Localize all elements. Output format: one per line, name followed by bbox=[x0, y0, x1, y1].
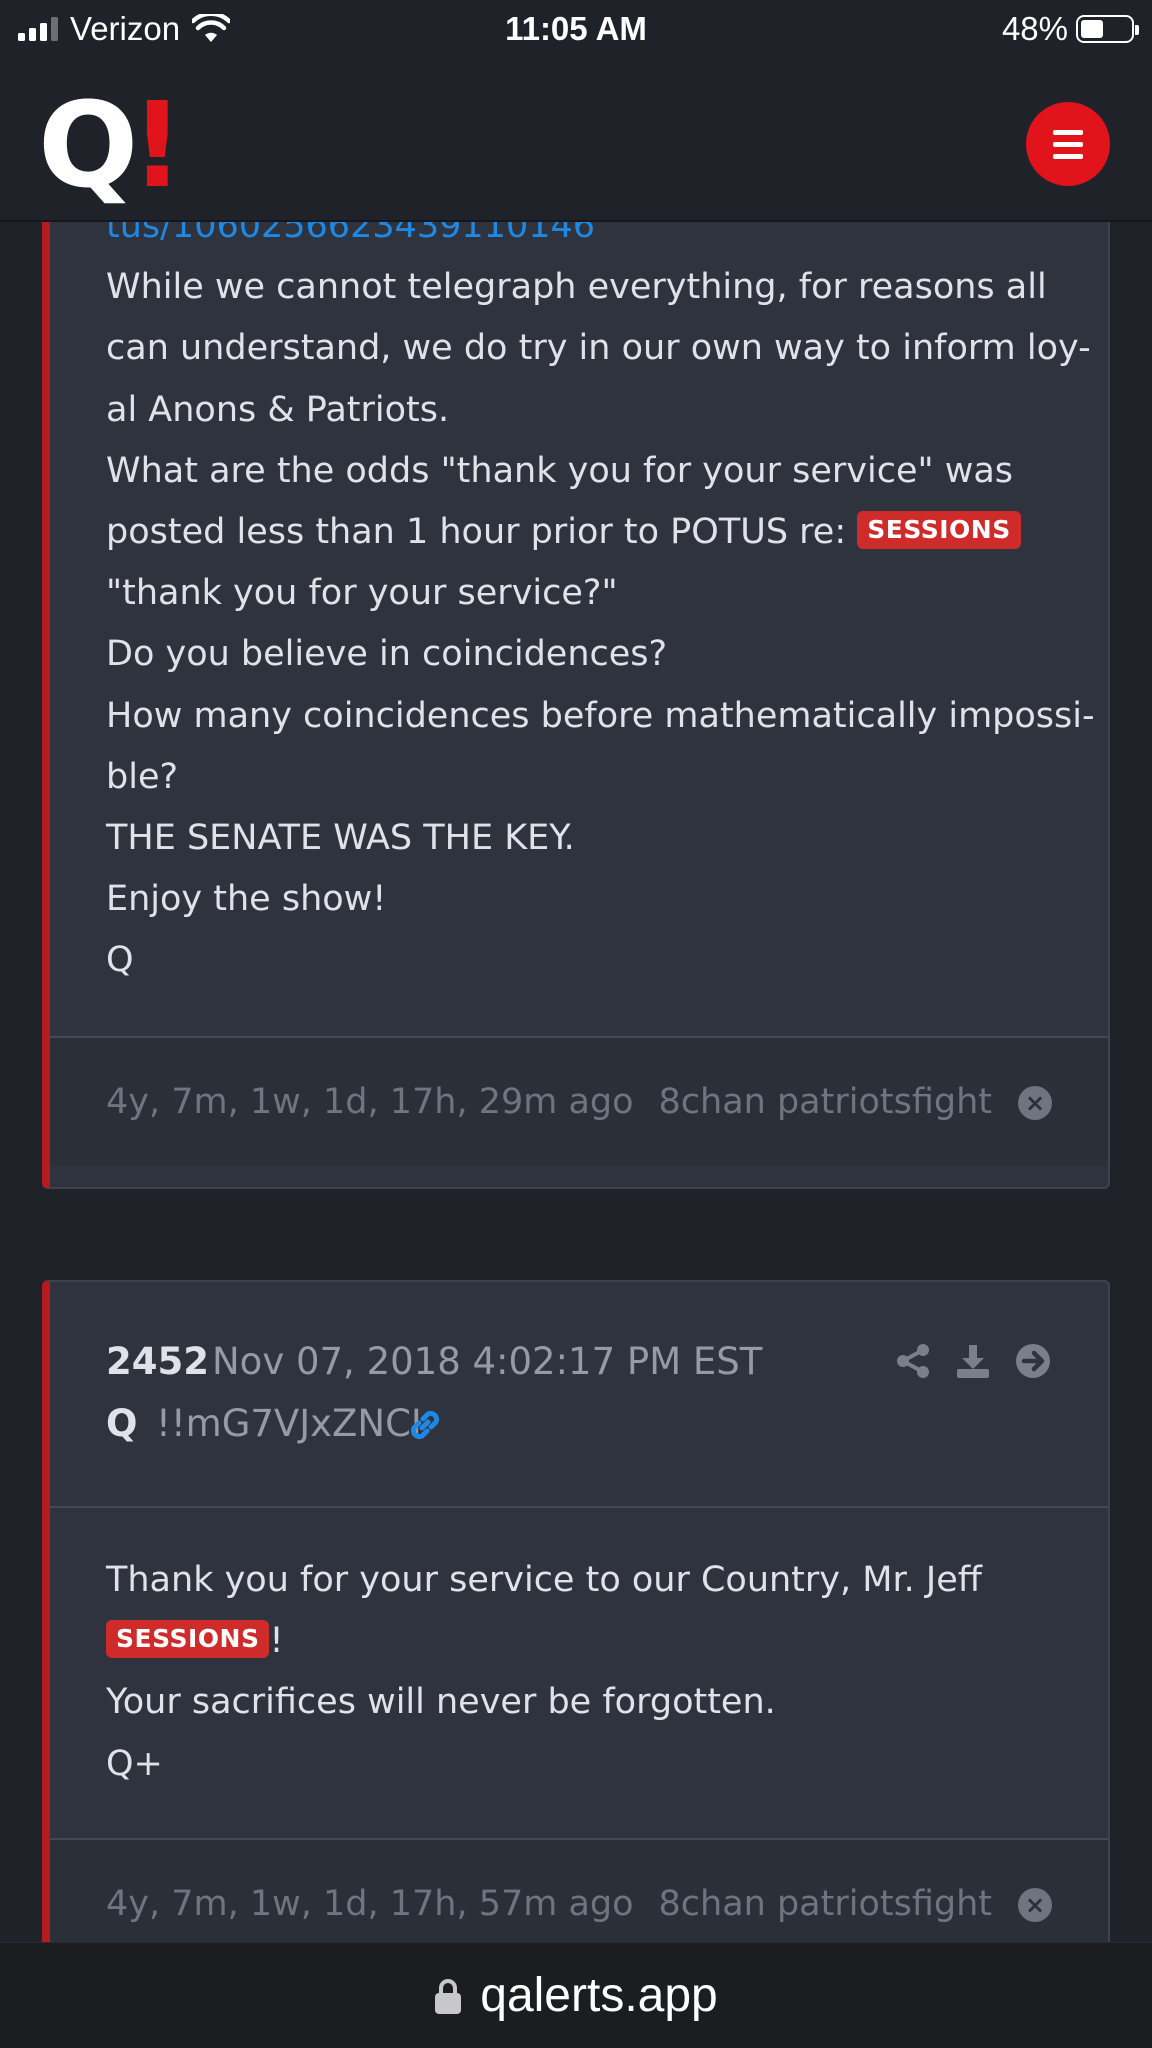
post-footer: 4y, 7m, 1w, 1d, 17h, 29m ago 8chan patri… bbox=[50, 1038, 1108, 1166]
post-author: Q bbox=[106, 1402, 138, 1445]
post-text-line: THE SENATE WAS THE KEY. bbox=[106, 818, 575, 859]
post-text-line: ble? bbox=[106, 756, 179, 797]
post-text-line: Your sacrifices will never be forgotten. bbox=[106, 1682, 776, 1723]
post-text-line: al Anons & Patriots. bbox=[106, 389, 450, 430]
download-icon[interactable] bbox=[954, 1342, 992, 1380]
post-tripcode: !!mG7VJxZNCI bbox=[156, 1402, 422, 1445]
clock: 11:05 AM bbox=[505, 10, 647, 47]
post-card: 2452 Nov 07, 2018 4:02:17 PM EST Q !!mG7… bbox=[42, 1280, 1110, 1942]
post-source[interactable]: 8chan patriotsfight bbox=[659, 1038, 993, 1166]
post-text-line: Q bbox=[106, 940, 134, 981]
post-text-line: Thank you for your service to our Countr… bbox=[106, 1560, 982, 1600]
post-text-line: "thank you for your service?" bbox=[106, 573, 618, 614]
lock-icon bbox=[435, 1978, 462, 2014]
logo-q-letter: Q bbox=[38, 76, 138, 214]
post-body: Thank you for your service to our Countr… bbox=[50, 1550, 1108, 1795]
post-text-line: Q+ bbox=[106, 1743, 163, 1784]
browser-url-bar[interactable]: qalerts.app bbox=[0, 1942, 1152, 2048]
post-age: 4y, 7m, 1w, 1d, 17h, 57m ago bbox=[106, 1884, 634, 1924]
site-header: Q! bbox=[0, 58, 1152, 222]
qalerts-logo[interactable]: Q! bbox=[38, 76, 185, 214]
battery-percent: 48% bbox=[1001, 10, 1068, 47]
post-text-line: posted less than 1 hour prior to POTUS r… bbox=[106, 502, 1052, 563]
divider bbox=[50, 1506, 1108, 1508]
status-bar: Verizon 11:05 AM 48% bbox=[0, 0, 1152, 58]
post-age: 4y, 7m, 1w, 1d, 17h, 29m ago bbox=[106, 1082, 634, 1122]
post-text-line: While we cannot telegraph everything, fo… bbox=[106, 267, 1047, 308]
hamburger-menu-icon[interactable] bbox=[1026, 102, 1110, 186]
post-text-line: Enjoy the show! bbox=[106, 879, 387, 920]
post-text-line: Do you believe in coincidences? bbox=[106, 634, 668, 675]
post-source[interactable]: 8chan patriotsfight bbox=[659, 1840, 993, 1942]
post-actions bbox=[894, 1342, 1052, 1380]
post-feed: tus/1060256623439110146 While we cannot … bbox=[0, 222, 1152, 1942]
post-text-line: What are the odds "thank you for your se… bbox=[106, 450, 1014, 491]
close-icon[interactable]: × bbox=[1018, 1888, 1052, 1922]
url-domain[interactable]: qalerts.app bbox=[480, 1968, 718, 2023]
sessions-tag[interactable]: SESSIONS bbox=[857, 511, 1021, 550]
post-card: tus/1060256623439110146 While we cannot … bbox=[42, 222, 1110, 1189]
share-icon[interactable] bbox=[894, 1342, 932, 1380]
close-icon[interactable]: × bbox=[1018, 1086, 1052, 1120]
post-date: Nov 07, 2018 4:02:17 PM EST bbox=[212, 1340, 763, 1383]
post-header: 2452 Nov 07, 2018 4:02:17 PM EST Q !!mG7… bbox=[50, 1282, 1108, 1506]
post-text-line: can understand, we do try in our own way… bbox=[106, 328, 1091, 369]
post-number[interactable]: 2452 bbox=[106, 1340, 209, 1383]
sessions-tag[interactable]: SESSIONS bbox=[106, 1620, 270, 1659]
post-text-line: SESSIONS! bbox=[106, 1611, 1052, 1672]
post-link[interactable]: tus/1060256623439110146 bbox=[106, 222, 1052, 257]
post-text-line: How many coincidences before mathematica… bbox=[106, 695, 1095, 736]
logo-exclamation: ! bbox=[130, 76, 185, 214]
post-text: posted less than 1 hour prior to POTUS r… bbox=[106, 512, 858, 553]
battery-icon bbox=[1076, 15, 1139, 43]
post-body: tus/1060256623439110146 While we cannot … bbox=[50, 222, 1108, 992]
post-footer: 4y, 7m, 1w, 1d, 17h, 57m ago 8chan patri… bbox=[50, 1840, 1108, 1942]
link-icon[interactable] bbox=[406, 1406, 444, 1444]
post-text: ! bbox=[269, 1621, 284, 1662]
arrow-right-circle-icon[interactable] bbox=[1014, 1342, 1052, 1380]
